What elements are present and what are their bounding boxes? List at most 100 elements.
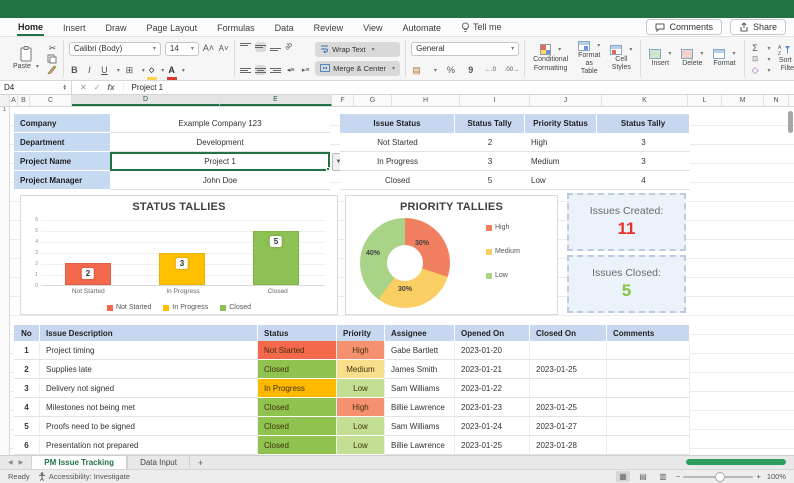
- page-break-view-button[interactable]: ▥: [656, 471, 670, 482]
- sheet-tab-pm-issue-tracking[interactable]: PM Issue Tracking: [31, 456, 127, 469]
- cell-description[interactable]: Project timing: [40, 341, 258, 360]
- orientation-button[interactable]: ab: [284, 41, 294, 51]
- decrease-font-button[interactable]: A˅: [218, 43, 229, 54]
- decrease-indent-button[interactable]: ◂≡: [285, 65, 296, 76]
- cell-description[interactable]: Proofs need to be signed: [40, 417, 258, 436]
- cell-no[interactable]: 5: [14, 417, 40, 436]
- cell-opened[interactable]: 2023-01-22: [455, 379, 530, 398]
- cell-comments[interactable]: [607, 379, 690, 398]
- cell-closed[interactable]: [530, 341, 607, 360]
- paste-button[interactable]: Paste ▾: [9, 45, 43, 72]
- row-headers[interactable]: 1: [0, 107, 10, 455]
- cell-no[interactable]: 4: [14, 398, 40, 417]
- cell[interactable]: Low: [525, 171, 597, 190]
- issues-header-priority[interactable]: Priority: [337, 325, 385, 341]
- insert-function-icon[interactable]: fx: [107, 83, 114, 92]
- conditional-formatting-button[interactable]: ▾ Conditional Formatting: [530, 44, 571, 72]
- issues-header-opened[interactable]: Opened On: [455, 325, 530, 341]
- tell-me-button[interactable]: Tell me: [461, 22, 502, 33]
- increase-indent-button[interactable]: ▸≡: [300, 65, 311, 76]
- increase-decimal-button[interactable]: ←.0: [485, 65, 496, 76]
- cell-assignee[interactable]: Sam Williams: [385, 417, 455, 436]
- name-box-stepper[interactable]: ▲▼: [63, 85, 67, 90]
- vertical-scrollbar-thumb[interactable]: [788, 111, 793, 133]
- fill-color-button[interactable]: ◇: [149, 67, 154, 74]
- cell-assignee[interactable]: Billie Lawrence: [385, 436, 455, 455]
- cell-comments[interactable]: [607, 417, 690, 436]
- format-painter-button[interactable]: [47, 65, 58, 75]
- fill-button[interactable]: ⊡: [750, 54, 761, 65]
- font-color-button[interactable]: A: [168, 66, 175, 75]
- sort-filter-button[interactable]: AZ ▾ Sort & Filter: [775, 44, 794, 73]
- cell-description[interactable]: Supplies late: [40, 360, 258, 379]
- format-as-table-button[interactable]: ▾ Format as Table: [575, 41, 603, 76]
- comma-format-button[interactable]: 9: [465, 65, 476, 76]
- cell-closed[interactable]: 2023-01-27: [530, 417, 607, 436]
- cell-opened[interactable]: 2023-01-20: [455, 341, 530, 360]
- wrap-text-button[interactable]: Wrap Text▾: [315, 42, 400, 57]
- info-label-project-name[interactable]: Project Name: [14, 152, 110, 171]
- cell[interactable]: 2: [455, 133, 525, 152]
- column-header-h[interactable]: H: [392, 95, 460, 106]
- column-header-m[interactable]: M: [722, 95, 764, 106]
- info-label-company[interactable]: Company: [14, 114, 110, 133]
- merge-center-button[interactable]: Merge & Center▾: [315, 61, 400, 76]
- name-box[interactable]: D4 ▲▼: [0, 81, 72, 94]
- cell-opened[interactable]: 2023-01-23: [455, 398, 530, 417]
- cell-comments[interactable]: [607, 436, 690, 455]
- issues-header-comments[interactable]: Comments: [607, 325, 690, 341]
- cell[interactable]: Medium: [525, 152, 597, 171]
- delete-cells-button[interactable]: ▾ Delete: [678, 49, 706, 68]
- cell-description[interactable]: Milestones not being met: [40, 398, 258, 417]
- cell-status[interactable]: Closed: [258, 398, 337, 417]
- cell-description[interactable]: Delivery not signed: [40, 379, 258, 398]
- cell-no[interactable]: 2: [14, 360, 40, 379]
- cell-status[interactable]: Closed: [258, 417, 337, 436]
- column-header-g[interactable]: G: [354, 95, 392, 106]
- currency-format-button[interactable]: ▤: [411, 65, 422, 76]
- issues-header-no[interactable]: No: [14, 325, 40, 341]
- prev-sheet-button[interactable]: ◀: [8, 459, 13, 466]
- column-header-b[interactable]: B: [18, 95, 30, 106]
- cell[interactable]: 5: [455, 171, 525, 190]
- align-center-button[interactable]: [255, 65, 266, 75]
- priority-tallies-chart[interactable]: PRIORITY TALLIES 30% 30% 40% High Medium…: [345, 195, 558, 315]
- column-header-a[interactable]: A: [10, 95, 18, 106]
- next-sheet-button[interactable]: ▶: [19, 459, 24, 466]
- share-button[interactable]: Share: [730, 19, 786, 35]
- tab-view[interactable]: View: [362, 20, 383, 35]
- column-header-n[interactable]: N: [764, 95, 789, 106]
- formula-input[interactable]: Project 1: [124, 83, 164, 92]
- cell-assignee[interactable]: Gabe Bartlett: [385, 341, 455, 360]
- cell-no[interactable]: 1: [14, 341, 40, 360]
- percent-format-button[interactable]: %: [446, 65, 457, 76]
- cell-closed[interactable]: 2023-01-25: [530, 360, 607, 379]
- format-cells-button[interactable]: ▾ Format: [710, 49, 738, 68]
- cell-opened[interactable]: 2023-01-24: [455, 417, 530, 436]
- cell-priority[interactable]: Medium: [337, 360, 385, 379]
- cell-closed[interactable]: 2023-01-28: [530, 436, 607, 455]
- cell-priority[interactable]: Low: [337, 417, 385, 436]
- number-format-select[interactable]: General▾: [411, 42, 519, 56]
- align-middle-button[interactable]: [255, 42, 266, 52]
- column-header-k[interactable]: K: [602, 95, 688, 106]
- tab-draw[interactable]: Draw: [105, 20, 128, 35]
- copy-button[interactable]: [47, 54, 58, 64]
- cell[interactable]: In Progress: [340, 152, 455, 171]
- tally-header-priority-tally[interactable]: Status Tally: [597, 114, 690, 133]
- zoom-level[interactable]: 100%: [767, 472, 786, 481]
- cell-opened[interactable]: 2023-01-21: [455, 360, 530, 379]
- tab-formulas[interactable]: Formulas: [216, 20, 256, 35]
- cell-priority[interactable]: Low: [337, 379, 385, 398]
- cell-comments[interactable]: [607, 398, 690, 417]
- cell[interactable]: 3: [597, 152, 690, 171]
- add-sheet-button[interactable]: +: [190, 456, 211, 469]
- normal-view-button[interactable]: ▦: [616, 471, 630, 482]
- tab-review[interactable]: Review: [313, 20, 345, 35]
- align-left-button[interactable]: [240, 65, 251, 75]
- cell-priority[interactable]: High: [337, 398, 385, 417]
- issues-header-description[interactable]: Issue Description: [40, 325, 258, 341]
- zoom-slider[interactable]: − +: [676, 472, 761, 481]
- spreadsheet-grid[interactable]: 1 Company Example Company 123 Department…: [0, 107, 794, 455]
- zoom-slider-knob[interactable]: [715, 472, 725, 482]
